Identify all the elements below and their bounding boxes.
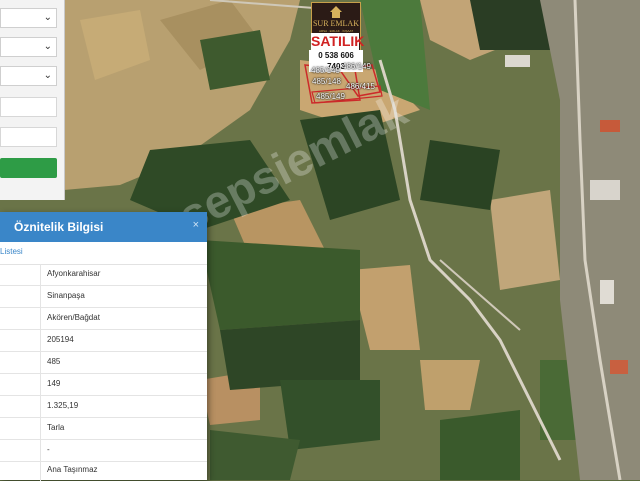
attribute-value: 205194 — [47, 335, 74, 344]
close-icon[interactable]: × — [193, 219, 199, 231]
attribute-value: Sinanpaşa — [47, 291, 85, 300]
attribute-row: Afyonkarahisar — [0, 264, 207, 286]
attribute-row: Akören/Bağdat — [0, 308, 207, 330]
chevron-down-icon: ⌄ — [43, 41, 52, 52]
attribute-row: Tarla — [0, 418, 207, 440]
list-link[interactable]: Listesi — [0, 247, 23, 256]
province-select[interactable]: ⌄ — [0, 8, 57, 28]
attribute-value: - — [47, 445, 50, 454]
attribute-row: 149 — [0, 374, 207, 396]
attribute-key-cell — [0, 460, 41, 481]
parcel-label: 485/148 — [312, 77, 341, 86]
attribute-value: Akören/Bağdat — [47, 313, 100, 322]
chevron-down-icon: ⌄ — [43, 70, 52, 81]
attribute-value: 485 — [47, 357, 61, 366]
attribute-value: 149 — [47, 379, 61, 388]
attribute-key-cell — [0, 330, 41, 351]
attribute-key-cell — [0, 374, 41, 395]
query-button[interactable] — [0, 158, 57, 178]
attribute-row: Sinanpaşa — [0, 286, 207, 308]
attribute-key-cell — [0, 286, 41, 307]
district-select[interactable]: ⌄ — [0, 37, 57, 57]
attribute-value: 1.325,19 — [47, 401, 79, 410]
attribute-key-cell — [0, 308, 41, 329]
neighbourhood-select[interactable]: ⌄ — [0, 66, 57, 86]
attribute-row: 1.325,19 — [0, 396, 207, 418]
attribute-key-cell — [0, 264, 41, 285]
dialog-subtitle-row: Listesi — [0, 242, 207, 265]
attribute-value: Ana Taşınmaz — [47, 465, 98, 474]
house-emblem-icon — [330, 6, 342, 18]
parcel-label: 486/415 — [346, 82, 375, 91]
attribute-value: Tarla — [47, 423, 65, 432]
sale-banner: SATILIK — [311, 33, 365, 50]
query-panel: ⌄ ⌄ ⌄ — [0, 0, 65, 200]
attribute-row: Ana Taşınmaz — [0, 460, 207, 481]
dialog-title: Öznitelik Bilgisi — [14, 220, 104, 234]
attribute-value: Afyonkarahisar — [47, 269, 101, 278]
parcel-input[interactable] — [0, 127, 57, 147]
brand-name: SUR EMLAK — [312, 19, 359, 28]
attribute-dialog: Öznitelik Bilgisi × Listesi Afyonkarahis… — [0, 212, 207, 481]
attribute-row: 205194 — [0, 330, 207, 352]
attribute-row: - — [0, 440, 207, 462]
parcel-label: 485/149 — [316, 92, 345, 101]
attribute-key-cell — [0, 396, 41, 417]
chevron-down-icon: ⌄ — [43, 12, 52, 23]
parcel-label: 485/149 — [311, 66, 340, 75]
dialog-header: Öznitelik Bilgisi × — [0, 212, 207, 242]
parcel-label: 486/149 — [342, 62, 371, 71]
block-input[interactable] — [0, 97, 57, 117]
attribute-key-cell — [0, 440, 41, 461]
attribute-row: 485 — [0, 352, 207, 374]
attribute-key-cell — [0, 352, 41, 373]
attribute-key-cell — [0, 418, 41, 439]
